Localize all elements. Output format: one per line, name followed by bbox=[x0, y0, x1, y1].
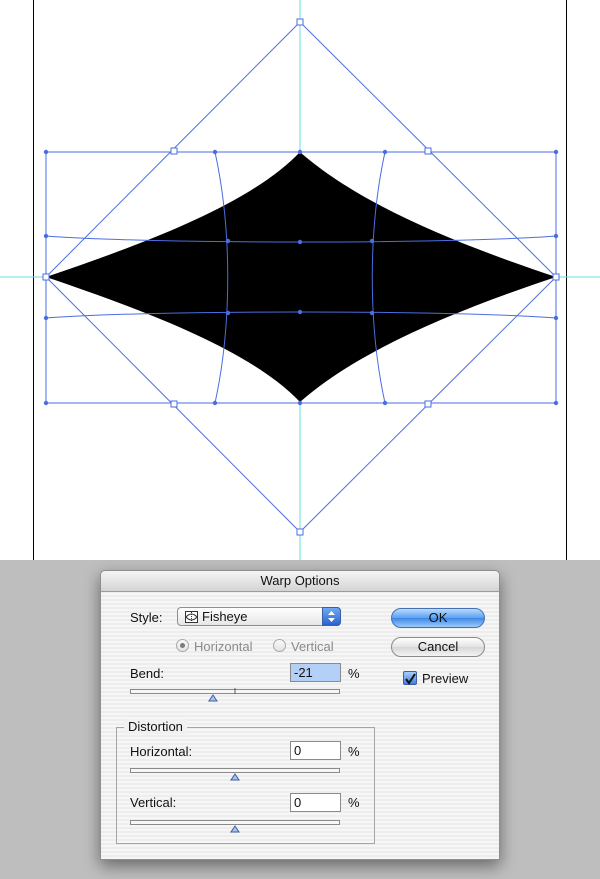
bend-label: Bend: bbox=[130, 666, 164, 681]
warped-shape bbox=[46, 152, 556, 402]
select-arrows-icon bbox=[322, 607, 341, 626]
preview-label[interactable]: Preview bbox=[422, 671, 468, 686]
bend-unit: % bbox=[348, 666, 360, 681]
radio-selected-dot bbox=[180, 643, 185, 648]
preview-checkbox[interactable] bbox=[403, 671, 417, 685]
distortion-vertical-slider-thumb bbox=[230, 825, 240, 833]
style-select-value: Fisheye bbox=[202, 609, 248, 624]
vertical-radio-label: Vertical bbox=[291, 639, 334, 654]
fisheye-icon bbox=[185, 611, 198, 623]
distortion-vertical-unit: % bbox=[348, 795, 360, 810]
distortion-horizontal-slider[interactable] bbox=[130, 767, 340, 781]
distortion-vertical-input[interactable]: 0 bbox=[290, 793, 341, 812]
horizontal-radio-label: Horizontal bbox=[194, 639, 253, 654]
style-label: Style: bbox=[130, 610, 163, 625]
distortion-group-label: Distortion bbox=[124, 719, 187, 734]
warp-options-dialog: Warp Options Style: Fisheye Horizontal V… bbox=[100, 570, 500, 860]
checkmark-icon bbox=[405, 673, 416, 685]
warp-mesh-artwork[interactable] bbox=[0, 0, 600, 560]
bend-slider-thumb bbox=[208, 694, 218, 702]
style-select[interactable]: Fisheye bbox=[177, 607, 341, 626]
distortion-vertical-label: Vertical: bbox=[130, 795, 177, 810]
bend-slider[interactable] bbox=[130, 688, 340, 702]
ok-button[interactable]: OK bbox=[391, 608, 485, 628]
distortion-horizontal-input[interactable]: 0 bbox=[290, 741, 341, 760]
distortion-horizontal-label: Horizontal: bbox=[130, 744, 193, 759]
horizontal-radio[interactable] bbox=[176, 639, 189, 652]
vertical-radio[interactable] bbox=[273, 639, 286, 652]
distortion-horizontal-slider-thumb bbox=[230, 773, 240, 781]
distortion-vertical-slider[interactable] bbox=[130, 819, 340, 833]
bend-input[interactable]: -21 bbox=[290, 663, 341, 682]
dialog-title[interactable]: Warp Options bbox=[101, 571, 499, 592]
cancel-button[interactable]: Cancel bbox=[391, 637, 485, 657]
distortion-horizontal-unit: % bbox=[348, 744, 360, 759]
artboard-canvas[interactable] bbox=[0, 0, 600, 560]
